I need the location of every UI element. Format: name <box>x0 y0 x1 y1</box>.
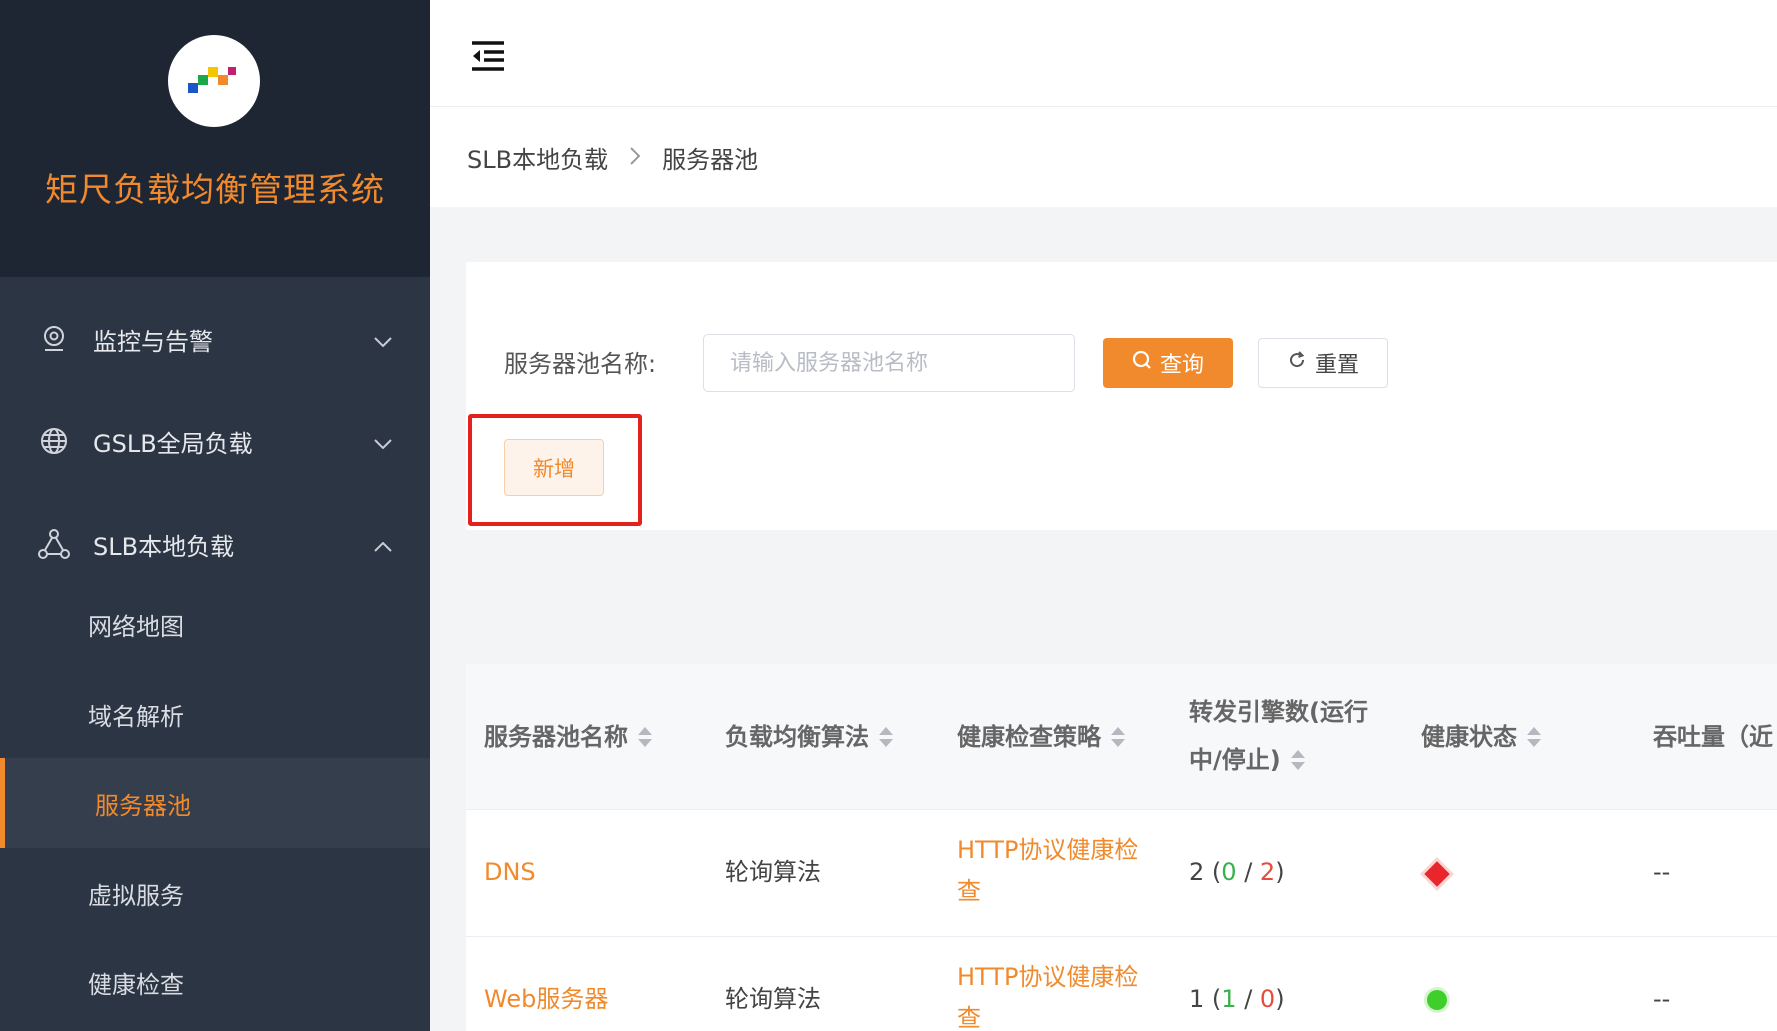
engine-stopped: 0 <box>1259 985 1276 1013</box>
submenu-virtual-service[interactable]: 虚拟服务 <box>0 848 430 938</box>
algorithm-cell: 轮询算法 <box>725 985 821 1013</box>
refresh-icon <box>1287 350 1307 376</box>
search-card: 服务器池名称: 查询 重置 新增 <box>466 262 1777 530</box>
column-engine-count[interactable]: 转发引擎数(运行 中/停止) <box>1189 688 1368 784</box>
column-label-line2: 中/停止) <box>1189 746 1281 774</box>
engine-stopped: 2 <box>1259 858 1276 886</box>
breadcrumb-current: 服务器池 <box>662 145 759 174</box>
menu-label: SLB本地负载 <box>93 532 235 561</box>
query-button[interactable]: 查询 <box>1103 338 1233 388</box>
column-pool-name[interactable]: 服务器池名称 <box>484 713 652 761</box>
chevron-down-icon <box>374 325 392 353</box>
column-throughput[interactable]: 吞吐量（近 <box>1653 713 1773 761</box>
pool-name-search-input[interactable] <box>703 334 1075 392</box>
collapse-menu-icon[interactable] <box>470 40 506 76</box>
submenu-server-pool[interactable]: 服务器池 <box>0 758 430 848</box>
chevron-up-icon <box>374 530 392 558</box>
chevron-down-icon <box>374 427 392 455</box>
engine-total: 1 <box>1189 985 1205 1013</box>
engine-count-cell: 2 (0 / 2) <box>1189 858 1285 886</box>
sort-icon[interactable] <box>1527 727 1541 749</box>
breadcrumb-parent[interactable]: SLB本地负载 <box>467 140 608 175</box>
engine-running: 0 <box>1221 858 1237 886</box>
table-row: Web服务器 轮询算法 HTTP协议健康检 查 1 (1 / 0) -- <box>466 937 1777 1031</box>
sort-icon[interactable] <box>1290 750 1305 772</box>
pool-name-link[interactable]: DNS <box>484 852 536 893</box>
breadcrumb: SLB本地负载 服务器池 <box>430 107 1777 207</box>
submenu-health-check[interactable]: 健康检查 <box>0 937 430 1027</box>
sort-icon[interactable] <box>1111 727 1125 749</box>
table-header: 服务器池名称 负载均衡算法 健康检查策略 转发引擎数(运行 中/停止) 健康状态… <box>466 664 1777 810</box>
column-label: 健康状态 <box>1421 723 1517 751</box>
app-logo <box>168 35 260 127</box>
column-health-status[interactable]: 健康状态 <box>1421 713 1541 761</box>
search-icon <box>1132 350 1152 376</box>
policy-line2: 查 <box>957 1004 981 1031</box>
column-algorithm[interactable]: 负载均衡算法 <box>725 713 893 761</box>
throughput-cell: -- <box>1653 858 1671 886</box>
column-label: 吞吐量（近 <box>1653 723 1773 751</box>
reset-button-label: 重置 <box>1314 353 1359 378</box>
menu-monitoring[interactable]: 监控与告警 <box>0 289 430 389</box>
healthy-status-icon <box>1427 990 1447 1010</box>
column-label: 负载均衡算法 <box>725 723 869 751</box>
server-pool-table: 服务器池名称 负载均衡算法 健康检查策略 转发引擎数(运行 中/停止) 健康状态… <box>466 664 1777 1031</box>
engine-running: 1 <box>1221 985 1237 1013</box>
menu-label: GSLB全局负载 <box>93 429 253 458</box>
health-policy-link[interactable]: HTTP协议健康检 查 <box>957 830 1138 912</box>
network-nodes-icon <box>38 528 70 560</box>
unhealthy-status-icon <box>1424 861 1450 887</box>
submenu-domain-resolution[interactable]: 域名解析 <box>0 669 430 759</box>
sort-icon[interactable] <box>638 727 652 749</box>
reset-button[interactable]: 重置 <box>1258 338 1388 388</box>
top-bar <box>430 0 1777 107</box>
column-health-policy[interactable]: 健康检查策略 <box>957 713 1125 761</box>
sort-icon[interactable] <box>879 727 893 749</box>
menu-gslb[interactable]: GSLB全局负载 <box>0 391 430 491</box>
table-row: DNS 轮询算法 HTTP协议健康检 查 2 (0 / 2) -- <box>466 810 1777 937</box>
menu-label: 监控与告警 <box>93 327 213 356</box>
policy-line1: HTTP协议健康检 <box>957 963 1139 991</box>
search-label: 服务器池名称: <box>504 350 657 378</box>
column-label: 健康检查策略 <box>957 723 1101 751</box>
engine-count-cell: 1 (1 / 0) <box>1189 985 1285 1013</box>
engine-total: 2 <box>1189 858 1205 886</box>
brand-area: 矩尺负载均衡管理系统 <box>0 0 430 277</box>
globe-icon <box>38 425 70 457</box>
sidebar: 矩尺负载均衡管理系统 监控与告警 GSLB全局负载 SLB本地负载 网络地图 域… <box>0 0 430 1031</box>
app-title: 矩尺负载均衡管理系统 <box>45 170 385 209</box>
chevron-right-icon <box>630 143 641 171</box>
submenu-network-map[interactable]: 网络地图 <box>0 579 430 669</box>
policy-line2: 查 <box>957 877 981 905</box>
pool-name-link[interactable]: Web服务器 <box>484 979 608 1020</box>
column-label-line1: 转发引擎数(运行 <box>1189 698 1368 726</box>
throughput-cell: -- <box>1653 985 1671 1013</box>
health-policy-link[interactable]: HTTP协议健康检 查 <box>957 957 1138 1031</box>
location-pin-icon <box>38 323 70 355</box>
algorithm-cell: 轮询算法 <box>725 858 821 886</box>
query-button-label: 查询 <box>1159 353 1204 378</box>
column-label: 服务器池名称 <box>484 723 628 751</box>
policy-line1: HTTP协议健康检 <box>957 836 1139 864</box>
add-button[interactable]: 新增 <box>504 439 604 496</box>
